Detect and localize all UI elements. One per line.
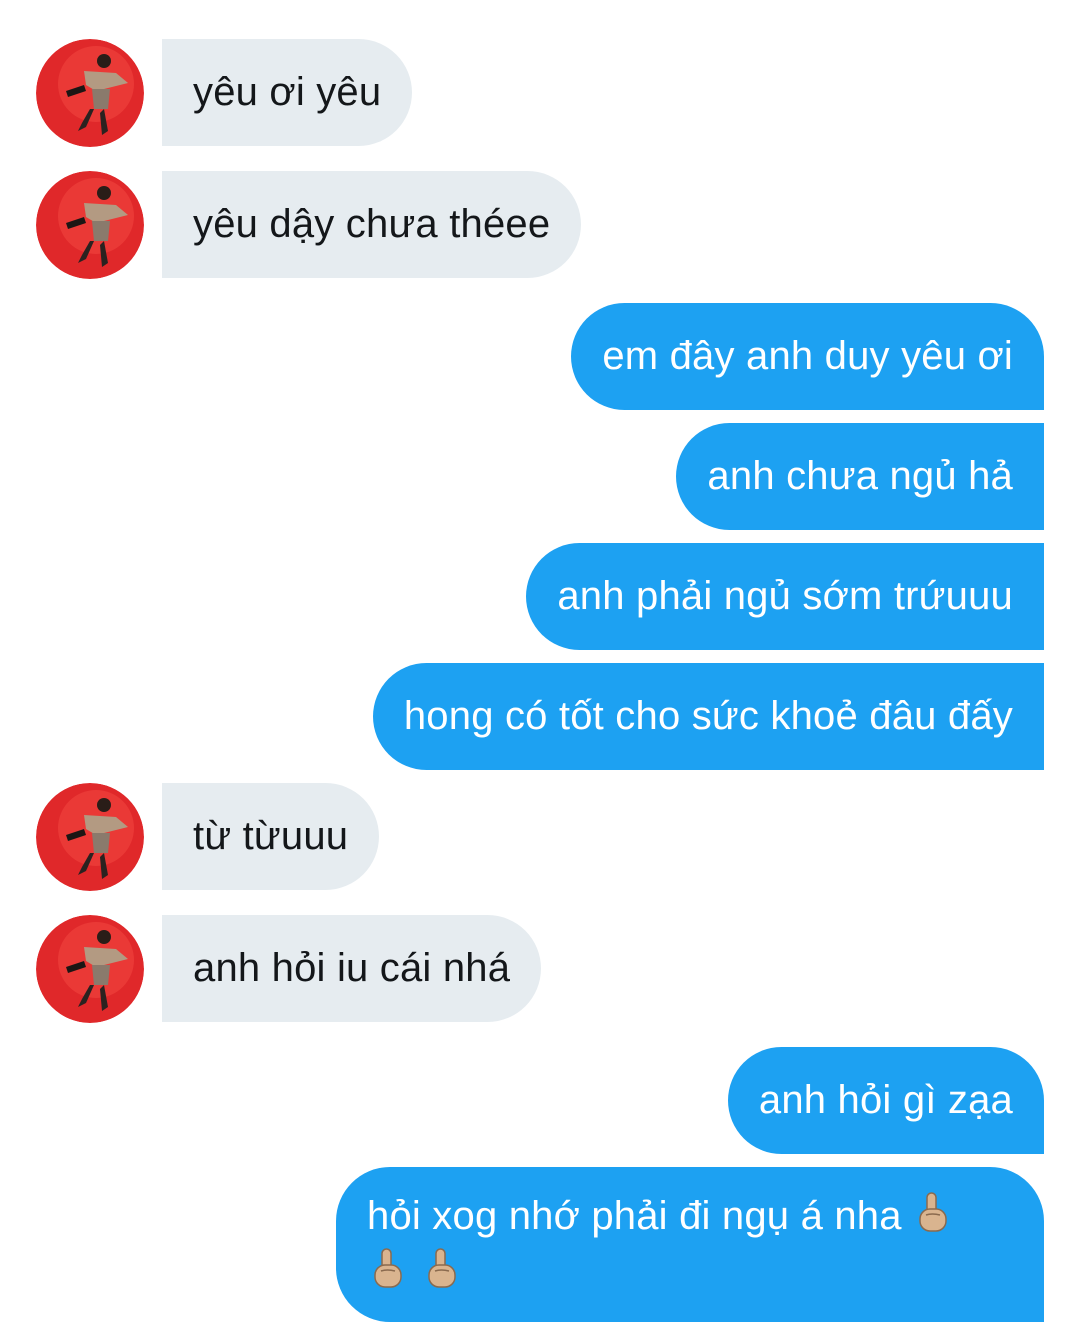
message-text: anh chưa ngủ hả [707,454,1013,498]
incoming-message-bubble[interactable]: anh hỏi iu cái nhá [162,915,542,1022]
message-text: anh hỏi gì zạa [758,1078,1013,1122]
outgoing-message-bubble[interactable]: anh hỏi gì zạa [727,1047,1044,1154]
outgoing-message-bubble[interactable]: anh phải ngủ sớm trứuuu [526,543,1044,650]
outgoing-message-bubble[interactable]: anh chưa ngủ hả [676,423,1044,530]
index-pointing-up-emoji [367,1247,407,1303]
incoming-message-bubble[interactable]: yêu dậy chưa théee [162,171,582,278]
index-pointing-up-emoji [421,1247,461,1303]
message-text: yêu ơi yêu [193,70,382,114]
incoming-message-bubble[interactable]: từ từuuu [162,783,380,890]
outgoing-message-bubble[interactable]: hong có tốt cho sức khoẻ đâu đấy [372,663,1044,770]
outgoing-message-bubble[interactable]: em đây anh duy yêu ơi [571,303,1044,410]
message-text: em đây anh duy yêu ơi [602,334,1013,378]
message-text: anh phải ngủ sớm trứuuu [557,574,1013,618]
message-text: từ từuuu [193,814,349,858]
message-text: yêu dậy chưa théee [193,202,551,246]
incoming-message-bubble[interactable]: yêu ơi yêu [162,39,413,146]
message-text: anh hỏi iu cái nhá [193,946,511,990]
message-text: hong có tốt cho sức khoẻ đâu đấy [403,694,1013,738]
message-text: hỏi xog nhớ phải đi ngụ á nha [367,1194,902,1238]
index-pointing-up-emoji [912,1191,952,1247]
message-thread: yêu ơi yêu yêu dậy chưa théee em đây anh… [0,0,1080,1333]
contact-avatar[interactable] [36,39,144,147]
contact-avatar[interactable] [36,171,144,279]
contact-avatar[interactable] [36,915,144,1023]
contact-avatar[interactable] [36,783,144,891]
outgoing-message-bubble[interactable]: hỏi xog nhớ phải đi ngụ á nha [336,1167,1044,1322]
